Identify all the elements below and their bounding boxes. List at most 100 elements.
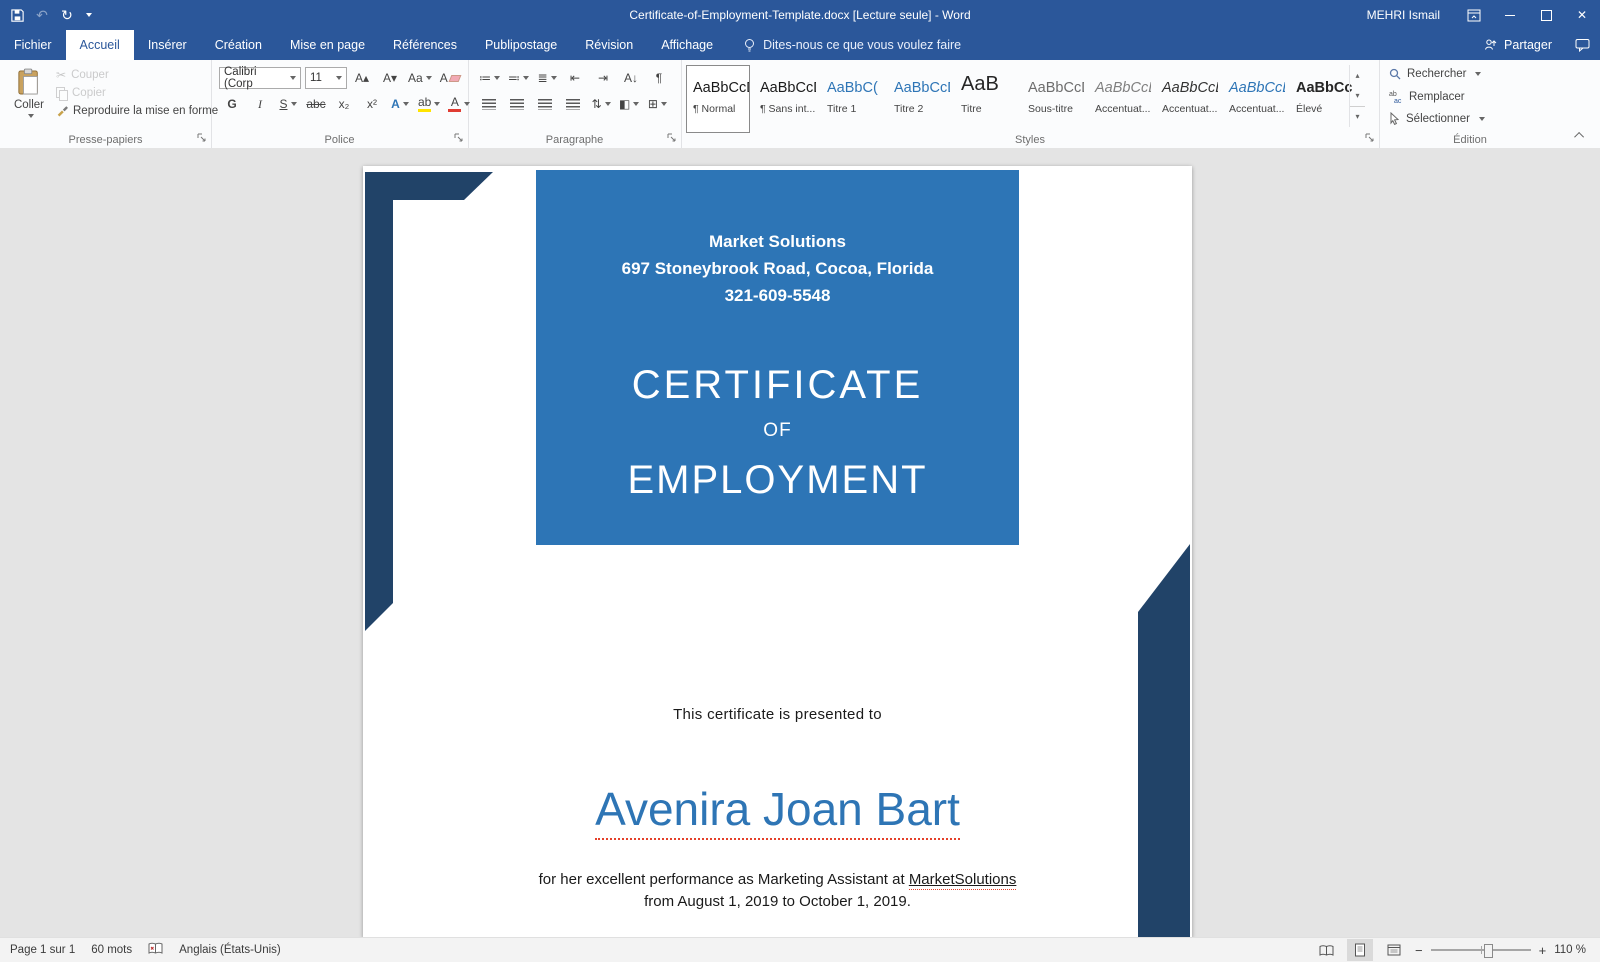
document-canvas[interactable]: Market Solutions 697 Stoneybrook Road, C… — [0, 148, 1600, 938]
clipboard-dialog-launcher[interactable] — [196, 132, 208, 144]
style-heading-1[interactable]: AaBbC( Titre 1 — [820, 65, 884, 133]
web-layout-button[interactable] — [1381, 939, 1407, 961]
italic-button[interactable]: I — [247, 93, 273, 115]
align-left-button[interactable] — [476, 93, 502, 115]
multilevel-list-button[interactable]: ≣ — [534, 67, 560, 89]
style-subtitle[interactable]: AaBbCcD Sous-titre — [1021, 65, 1085, 133]
style-title[interactable]: AaB Titre — [954, 65, 1018, 133]
justify-icon — [566, 98, 580, 110]
find-button[interactable]: Rechercher — [1389, 68, 1482, 80]
style-label: ¶ Normal — [693, 103, 736, 115]
align-right-button[interactable] — [532, 93, 558, 115]
styles-scroll-down-button[interactable]: ▾ — [1350, 85, 1365, 105]
select-cursor-icon — [1390, 112, 1400, 125]
grow-font-button[interactable]: A▴ — [349, 67, 375, 89]
tab-references[interactable]: Références — [379, 30, 471, 60]
zoom-out-button[interactable]: − — [1415, 943, 1423, 958]
company-link-text: MarketSolutions — [908, 871, 1017, 890]
paragraph-dialog-launcher[interactable] — [666, 132, 678, 144]
style-preview: AaBbCcDc — [1296, 80, 1352, 96]
maximize-button[interactable] — [1528, 0, 1564, 30]
zoom-in-button[interactable]: + — [1539, 943, 1547, 958]
tab-inserer[interactable]: Insérer — [134, 30, 201, 60]
title-bar: ↶ ↻ Certificate-of-Employment-Template.d… — [0, 0, 1600, 30]
read-mode-button[interactable] — [1313, 939, 1339, 961]
styles-scroll-up-button[interactable]: ▴ — [1350, 65, 1365, 85]
decrease-indent-button[interactable]: ⇤ — [562, 67, 588, 89]
minimize-button[interactable] — [1492, 0, 1528, 30]
styles-more-button[interactable]: ▾ — [1350, 105, 1365, 127]
subscript-button[interactable]: x₂ — [331, 93, 357, 115]
tab-publipostage[interactable]: Publipostage — [471, 30, 571, 60]
format-painter-button[interactable]: Reproduire la mise en forme — [56, 104, 218, 117]
dialog-launcher-icon — [667, 133, 676, 142]
style-preview: AaBbCcDt — [1162, 80, 1218, 96]
text-effects-button[interactable]: A — [387, 93, 413, 115]
justify-button[interactable] — [560, 93, 586, 115]
page-indicator[interactable]: Page 1 sur 1 — [10, 944, 75, 956]
cut-button[interactable]: ✂ Couper — [56, 68, 218, 82]
align-center-button[interactable] — [504, 93, 530, 115]
shrink-font-button[interactable]: A▾ — [377, 67, 403, 89]
shading-button[interactable]: ◧ — [616, 93, 642, 115]
superscript-button[interactable]: x² — [359, 93, 385, 115]
select-button[interactable]: Sélectionner — [1389, 112, 1485, 125]
word-count[interactable]: 60 mots — [91, 944, 132, 956]
style-subtle-emphasis[interactable]: AaBbCcDt Accentuat... — [1088, 65, 1152, 133]
numbering-button[interactable]: ≕ — [505, 67, 532, 89]
bold-button[interactable]: G — [219, 93, 245, 115]
show-formatting-marks-button[interactable]: ¶ — [646, 67, 672, 89]
clear-formatting-button[interactable]: A — [437, 67, 463, 89]
copy-button[interactable]: Copier — [56, 87, 218, 101]
style-intense-emphasis[interactable]: AaBbCcDt Accentuat... — [1222, 65, 1286, 133]
ribbon-display-options-button[interactable] — [1456, 0, 1492, 30]
tab-fichier[interactable]: Fichier — [0, 30, 66, 60]
align-right-icon — [538, 98, 552, 110]
font-name-combo[interactable]: Calibri (Corp — [219, 66, 301, 90]
share-button[interactable]: Partager — [1472, 30, 1564, 60]
styles-dialog-launcher[interactable] — [1364, 132, 1376, 144]
proofing-status-button[interactable] — [148, 942, 163, 958]
sort-button[interactable]: A↓ — [618, 67, 644, 89]
font-color-bar — [448, 108, 462, 112]
collapse-ribbon-button[interactable] — [1572, 128, 1588, 142]
tab-revision[interactable]: Révision — [571, 30, 647, 60]
font-color-icon: A — [448, 96, 462, 112]
underline-button[interactable]: S — [275, 93, 301, 115]
tab-affichage[interactable]: Affichage — [647, 30, 727, 60]
change-case-button[interactable]: Aa — [405, 67, 435, 89]
print-layout-button[interactable] — [1347, 939, 1374, 961]
bullets-button[interactable]: ≔ — [476, 67, 503, 89]
style-no-spacing[interactable]: AaBbCcDc ¶ Sans int... — [753, 65, 817, 133]
zoom-slider-thumb[interactable] — [1483, 944, 1493, 958]
font-size-combo[interactable]: 11 — [305, 67, 347, 89]
style-emphasis[interactable]: AaBbCcDt Accentuat... — [1155, 65, 1219, 133]
language-indicator[interactable]: Anglais (États-Unis) — [179, 944, 281, 956]
increase-indent-button[interactable]: ⇥ — [590, 67, 616, 89]
tab-creation[interactable]: Création — [201, 30, 276, 60]
paste-button[interactable]: Coller — [6, 64, 52, 136]
dialog-launcher-icon — [197, 133, 206, 142]
document-page[interactable]: Market Solutions 697 Stoneybrook Road, C… — [363, 166, 1192, 938]
line-spacing-button[interactable]: ⇅ — [588, 93, 614, 115]
style-strong[interactable]: AaBbCcDc Élevé — [1289, 65, 1353, 133]
tab-accueil[interactable]: Accueil — [65, 30, 134, 60]
svg-text:ac: ac — [1394, 98, 1402, 103]
strikethrough-button[interactable]: abc — [303, 93, 329, 115]
highlight-button[interactable]: ab — [415, 93, 443, 115]
borders-button[interactable]: ⊞ — [644, 93, 670, 115]
style-normal[interactable]: AaBbCcDc ¶ Normal — [686, 65, 750, 133]
replace-button[interactable]: ab ac Remplacer — [1389, 90, 1465, 104]
text-effects-icon: A — [391, 97, 400, 111]
account-name[interactable]: MEHRI Ismail — [1367, 8, 1440, 22]
zoom-slider[interactable] — [1430, 944, 1531, 958]
tab-mise-en-page[interactable]: Mise en page — [276, 30, 379, 60]
style-heading-2[interactable]: AaBbCcD Titre 2 — [887, 65, 951, 133]
font-dialog-launcher[interactable] — [453, 132, 465, 144]
format-painter-label: Reproduire la mise en forme — [73, 104, 219, 117]
status-bar: Page 1 sur 1 60 mots Anglais (États-Unis… — [0, 937, 1600, 962]
tell-me-box[interactable]: Dites-nous ce que vous voulez faire — [743, 30, 961, 60]
close-button[interactable]: ✕ — [1564, 0, 1600, 30]
zoom-level[interactable]: 110 % — [1554, 944, 1586, 956]
feedback-button[interactable] — [1564, 30, 1600, 60]
